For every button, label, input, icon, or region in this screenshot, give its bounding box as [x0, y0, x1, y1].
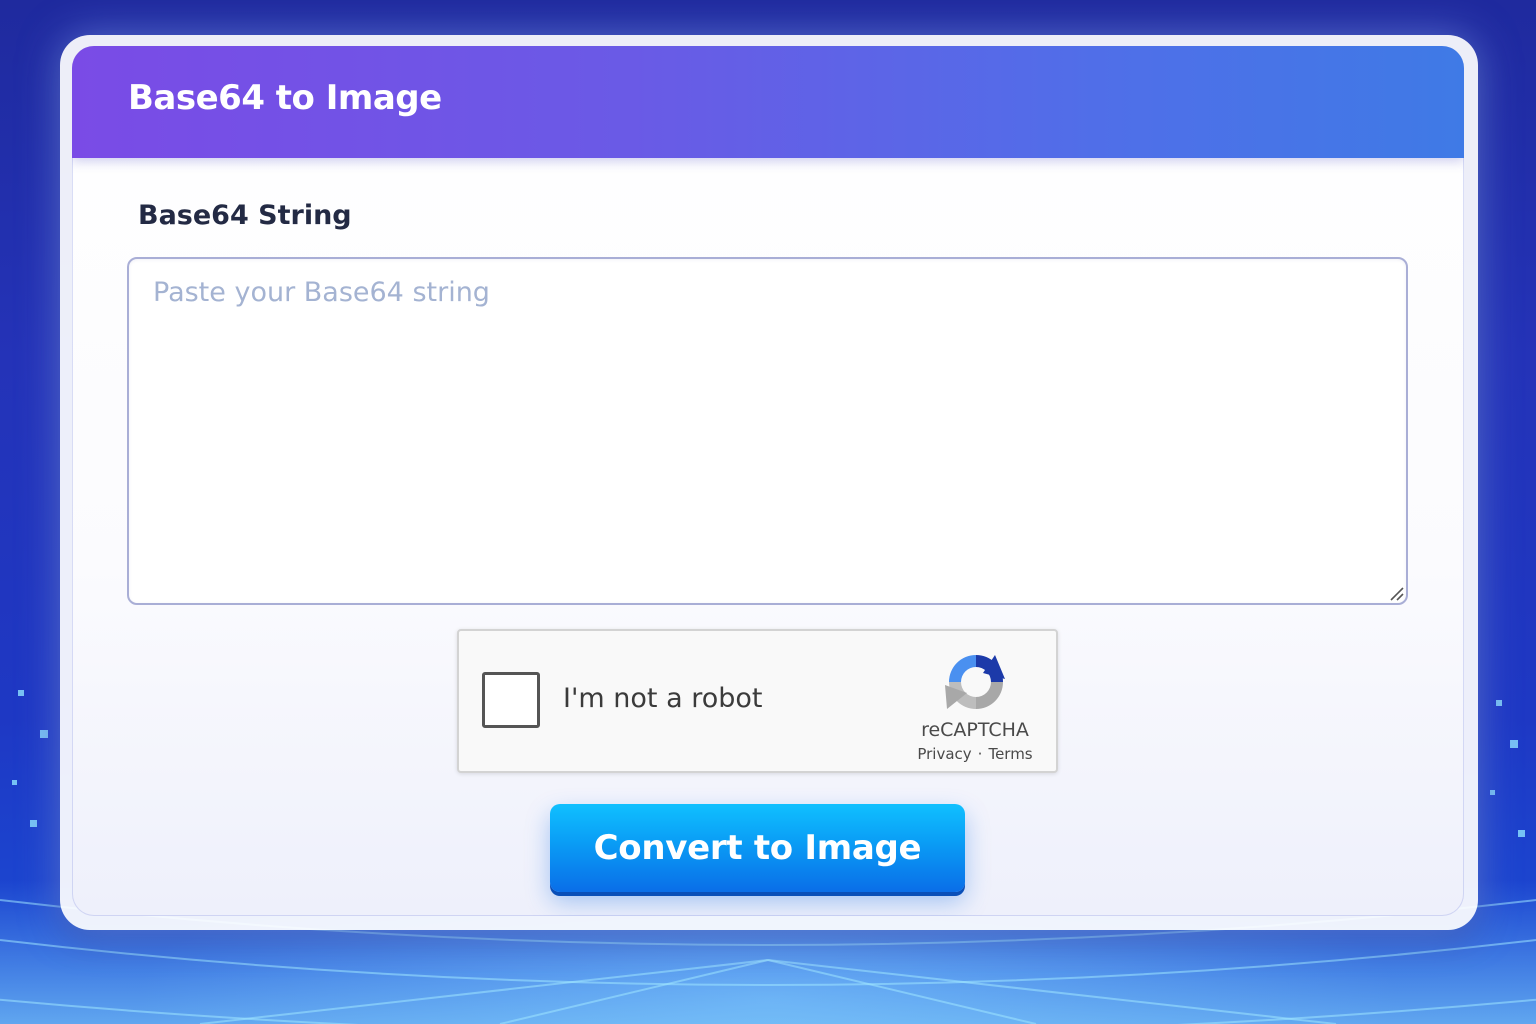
recaptcha-logo-icon: [945, 655, 1005, 709]
card-header: Base64 to Image: [72, 46, 1464, 158]
base64-field-label: Base64 String: [138, 200, 352, 231]
base64-input-wrapper: [127, 257, 1408, 605]
recaptcha-privacy-link[interactable]: Privacy: [917, 745, 971, 763]
convert-to-image-button[interactable]: Convert to Image: [550, 804, 965, 892]
base64-input[interactable]: [127, 257, 1408, 605]
recaptcha-link-separator: ·: [977, 745, 983, 763]
recaptcha-checkbox[interactable]: [482, 672, 540, 728]
recaptcha-label: I'm not a robot: [563, 683, 763, 714]
page-title: Base64 to Image: [128, 78, 442, 118]
recaptcha-terms-link[interactable]: Terms: [988, 745, 1032, 763]
recaptcha-widget: I'm not a robot reCAPTCHA Privacy · Terms: [457, 629, 1058, 773]
converter-card: Base64 to Image Base64 String I'm not a …: [72, 46, 1464, 916]
recaptcha-links: Privacy · Terms: [899, 745, 1051, 763]
resize-handle-icon[interactable]: [1388, 585, 1404, 601]
recaptcha-brand: reCAPTCHA: [921, 719, 1029, 741]
